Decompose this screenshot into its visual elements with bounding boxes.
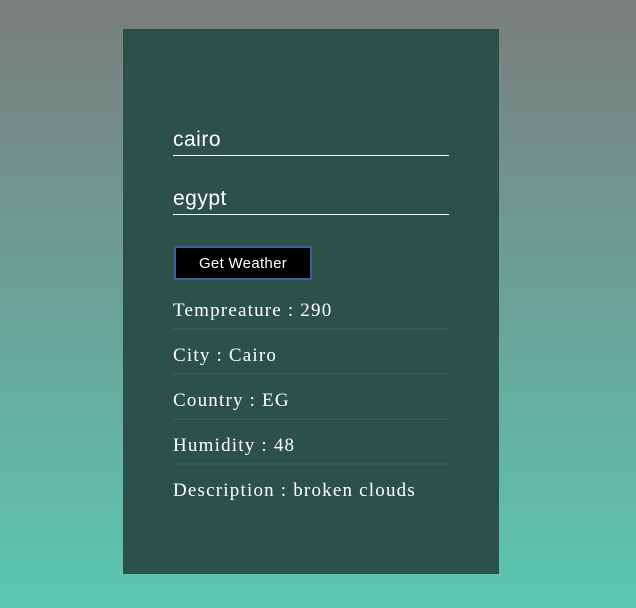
- description-result: Description : broken clouds: [173, 480, 416, 501]
- temperature-result: Tempreature : 290: [173, 298, 449, 330]
- weather-card: Get Weather Tempreature : 290 City : Cai…: [123, 29, 499, 574]
- humidity-result: Humidity : 48: [173, 433, 449, 465]
- city-input[interactable]: [173, 126, 449, 156]
- country-input[interactable]: [173, 185, 449, 215]
- get-weather-button[interactable]: Get Weather: [174, 246, 312, 280]
- city-result: City : Cairo: [173, 343, 449, 375]
- country-result: Country : EG: [173, 388, 449, 420]
